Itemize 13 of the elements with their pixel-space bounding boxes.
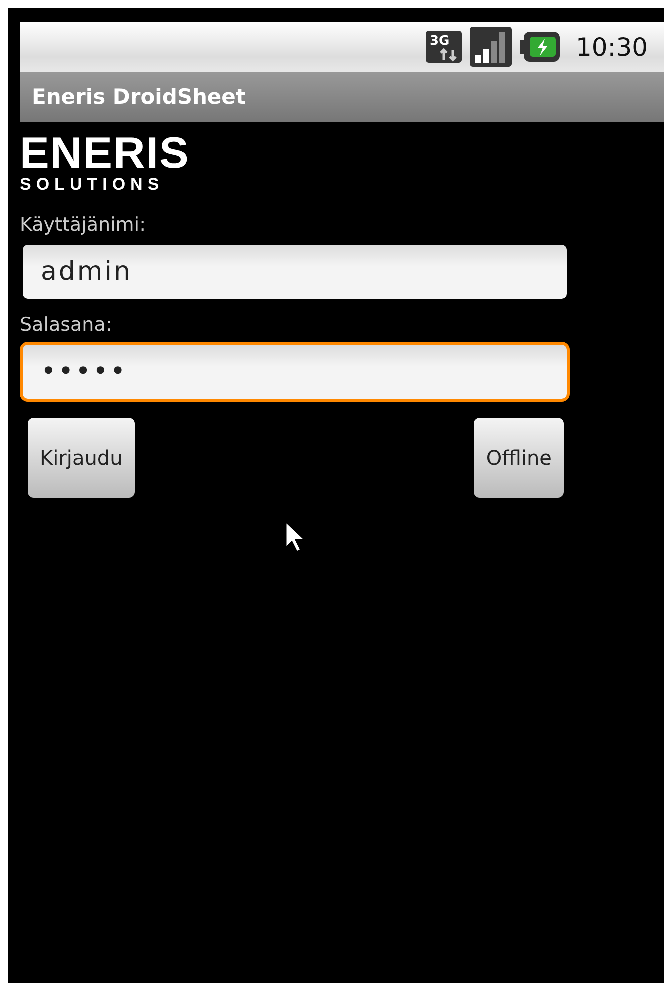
field-label: Käyttäjänimi: [20,214,147,236]
logo-tagline: SOLUTIONS [20,174,166,196]
action-button[interactable]: Kirjaudu [28,418,135,498]
app-title: Eneris DroidSheet [32,85,246,109]
battery-charging-icon [520,32,560,62]
network-type-icon: 3G [426,31,462,63]
signal-icon [470,27,512,67]
field-label: Salasana: [20,314,114,336]
input-field[interactable]: ••••• [20,342,570,402]
clock: 10:30 [576,32,648,62]
input-field[interactable]: admin [20,242,570,302]
logo-name: ENERIS [20,134,191,174]
action-button[interactable]: Offline [474,418,564,498]
